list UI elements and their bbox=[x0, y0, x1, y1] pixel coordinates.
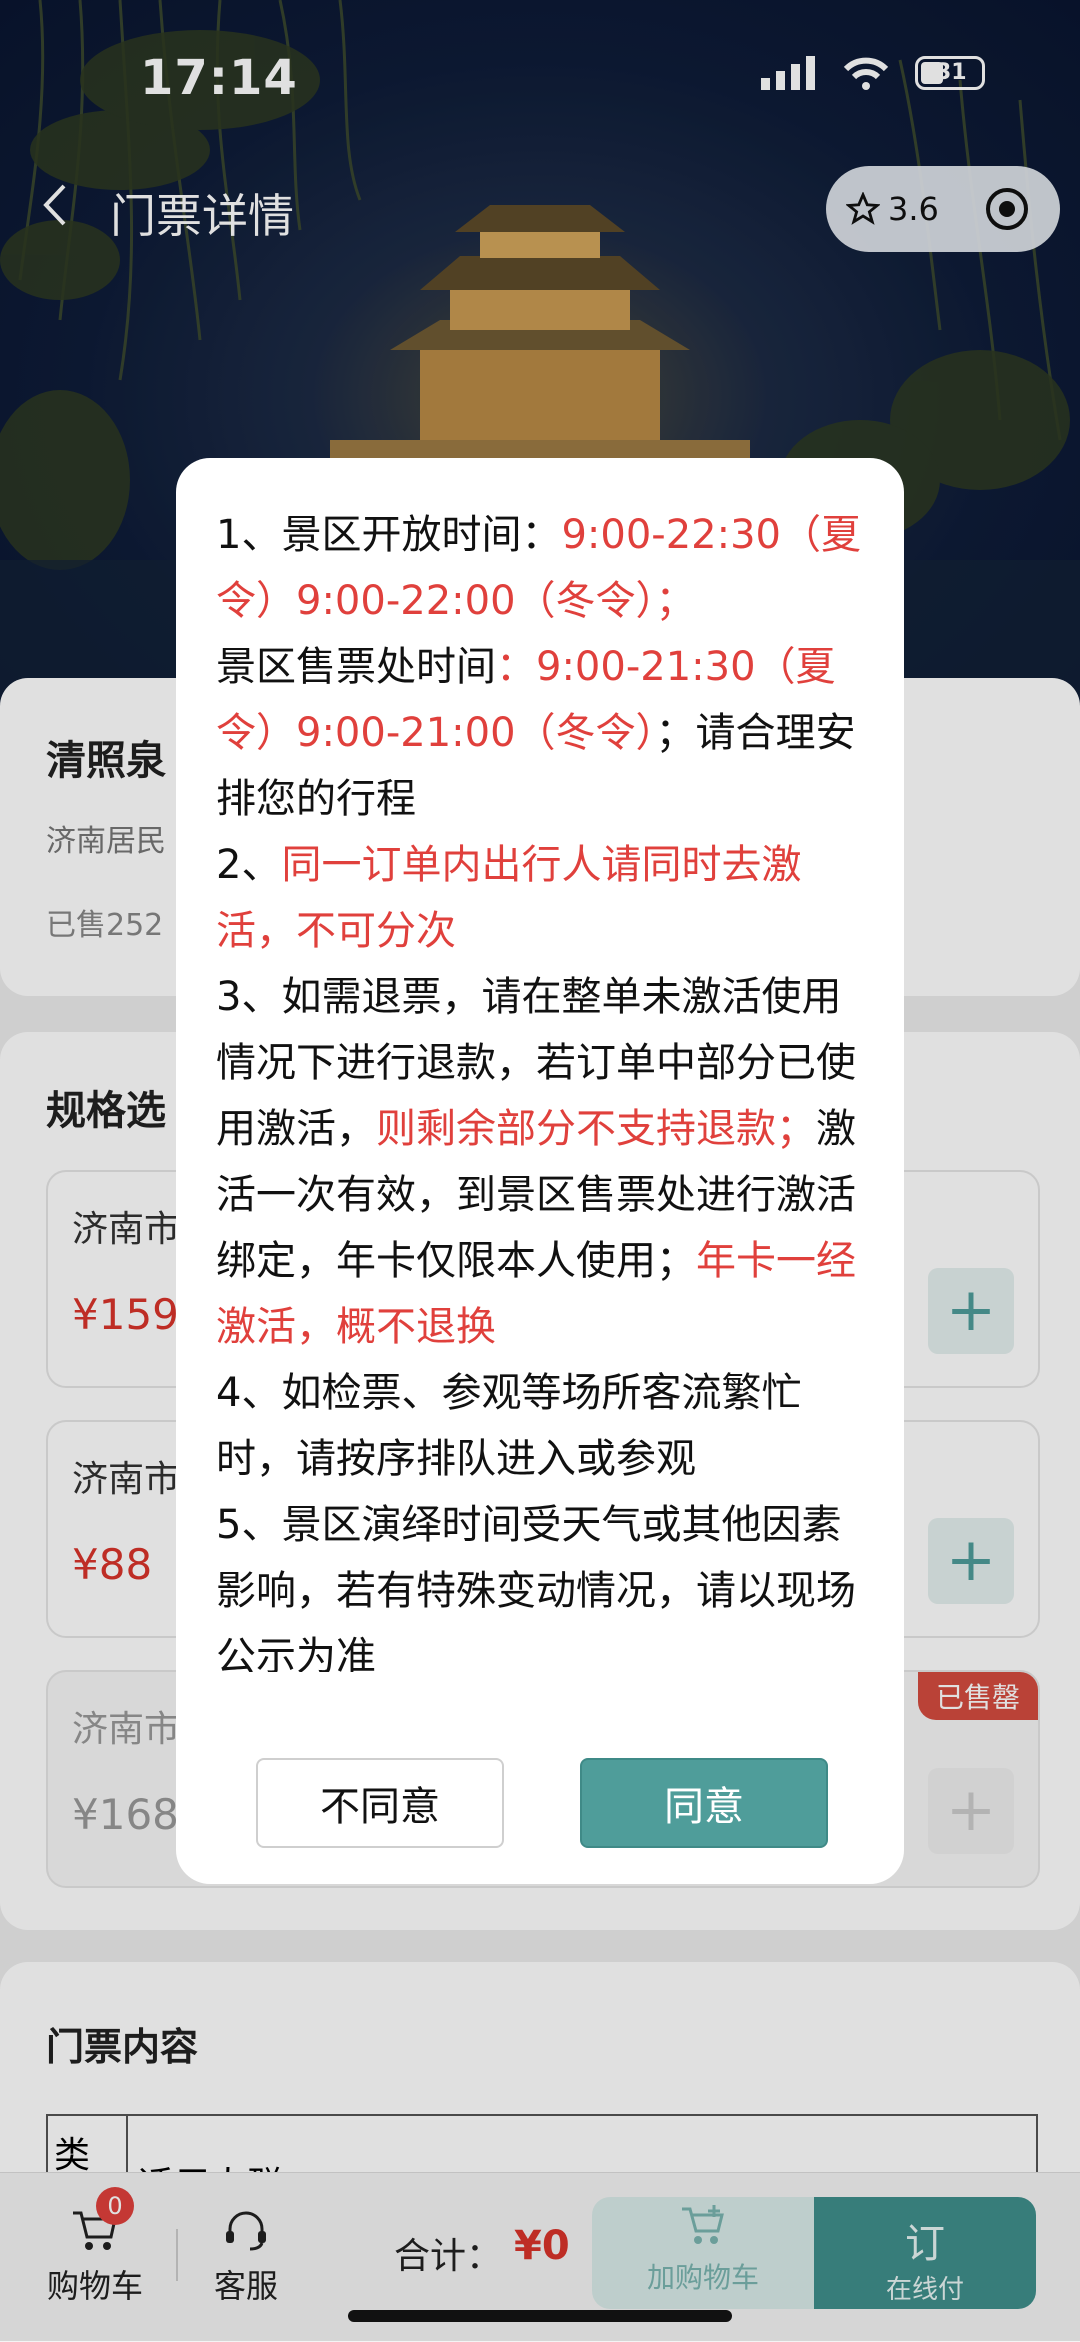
rule-1-label: 1、景区开放时间： bbox=[216, 512, 562, 558]
rule-3-warning: 则剩余部分不支持退款； bbox=[376, 1106, 816, 1152]
rule-1-ticket-label: 景区售票处时间 bbox=[216, 644, 496, 690]
rule-2-text: 同一订单内出行人请同时去激活，不可分次 bbox=[216, 842, 802, 954]
rule-5-text: 5、景区演绎时间受天气或其他因素影响，若有特殊变动情况，请以现场公示为准 bbox=[216, 1502, 856, 1672]
agree-button[interactable]: 同意 bbox=[580, 1758, 828, 1848]
agreement-text[interactable]: 1、景区开放时间：9:00-22:30（夏令）9:00-22:00（冬令）； 景… bbox=[216, 502, 876, 1672]
rule-2-number: 2、 bbox=[216, 842, 282, 888]
rule-4-text: 4、如检票、参观等场所客流繁忙时，请按序排队进入或参观 bbox=[216, 1370, 802, 1482]
disagree-button[interactable]: 不同意 bbox=[256, 1758, 504, 1848]
home-indicator[interactable] bbox=[348, 2310, 732, 2322]
agreement-dialog: 1、景区开放时间：9:00-22:30（夏令）9:00-22:00（冬令）； 景… bbox=[176, 458, 904, 1884]
